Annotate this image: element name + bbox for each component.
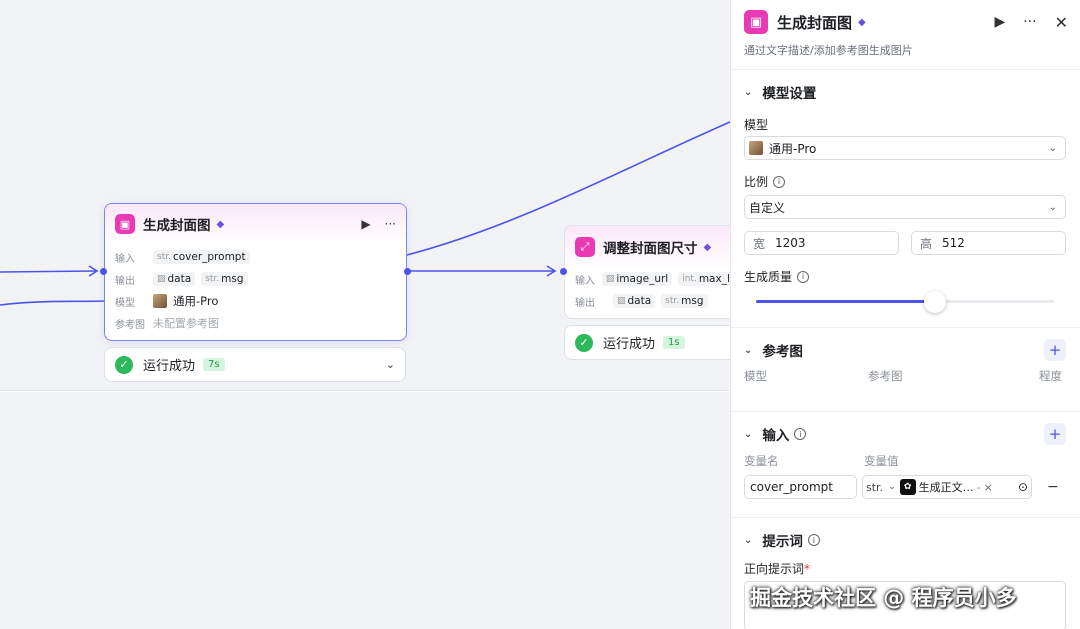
var-value-field[interactable]: str. ⌄ ✿ 生成正文… - × ⊙ [862,475,1032,499]
node-model-row: 模型 通用-Pro [115,294,219,309]
resize-icon: ⤢ [575,237,595,257]
quality-slider[interactable] [756,291,1054,313]
model-label: 模型 [744,118,769,132]
input-chip: ▨ image_url [601,272,673,286]
node-output-row: 输出 ▨ data str. msg [105,268,406,290]
output-msg-chip: str. msg [661,294,708,308]
premium-gem-icon: ◆ [703,241,712,253]
model-avatar [749,141,763,155]
chevron-down-icon: ⌄ [744,428,753,440]
close-icon[interactable]: ✕ [1055,13,1068,32]
info-icon: i [797,270,810,283]
quality-label: 生成质量 i [744,268,1066,285]
chevron-down-icon[interactable]: ⌄ [386,358,395,371]
node-header: ▣ 生成封面图 ◆ ▶ ··· [105,204,406,244]
ratio-select[interactable]: 自定义 ⌄ [744,195,1066,219]
chevron-down-icon: ⌄ [1048,201,1057,213]
output-data-chip: ▨ data [613,294,656,308]
chevron-down-icon: ⌄ [744,86,753,98]
chevron-down-icon: ⌄ [744,534,753,546]
watermark: 掘金技术社区 @ 程序员小多 [750,586,1017,610]
chevron-down-icon: ⌄ [888,482,896,492]
node-ref-row: 参考图 未配置参考图 [115,317,219,331]
node-config-panel: ▣ 生成封面图 ◆ ▶ ··· ✕ 通过文字描述/添加参考图生成图片 ⌄ 模型设… [730,0,1080,629]
target-icon[interactable]: ⊙ [1018,480,1028,494]
image-gen-icon: ▣ [115,214,135,234]
ref-chip: ✿ 生成正文… - × [899,479,993,495]
chevron-down-icon: ⌄ [744,344,753,356]
node-title: 生成封面图 [143,218,211,234]
width-input[interactable]: 宽 1203 [744,231,899,255]
section-toggle[interactable]: ⌄ 模型设置 [744,70,1066,114]
check-circle-icon: ✓ [575,333,593,352]
clear-icon[interactable]: × [984,481,993,494]
model-settings-section: ⌄ 模型设置 模型 通用-Pro ⌄ 比例 i 自定义 ⌄ 宽 1203 高 512 … [731,70,1080,328]
node-title: 调整封面图尺寸 [603,241,698,257]
section-toggle[interactable]: ⌄ 参考图 + [744,328,1066,372]
node1-output-port[interactable] [404,268,411,275]
input2-chip: int.max_len [678,272,730,286]
node-header: ⤢ 调整封面图尺寸 ◆ [565,226,730,268]
model-avatar [153,294,167,308]
run-icon[interactable]: ▶ [994,14,1005,30]
add-reference-button[interactable]: + [1044,339,1066,361]
chevron-down-icon: ⌄ [1048,142,1057,154]
input-chip: str. cover_prompt [153,250,250,264]
panel-description: 通过文字描述/添加参考图生成图片 [744,44,913,57]
prompt-section: ⌄ 提示词 i 正向提示词 * [731,518,1080,629]
remove-row-button[interactable]: − [1047,479,1059,495]
ratio-label: 比例 i [744,173,1066,190]
node2-run-status[interactable]: ✓ 运行成功 1s [564,325,730,360]
node1-run-status[interactable]: ✓ 运行成功 7s ⌄ [104,347,406,382]
image-type-icon: ▨ [157,274,166,284]
info-icon: i [794,428,807,440]
reference-columns: 模型 参考图 程度 [744,369,1062,383]
add-input-button[interactable]: + [1044,423,1066,445]
image-type-icon: ▨ [605,274,615,284]
premium-gem-icon: ◆ [216,218,225,230]
model-select[interactable]: 通用-Pro ⌄ [744,136,1066,160]
input-columns: 变量名 变量值 [744,454,899,468]
premium-gem-icon: ◆ [858,16,866,28]
node1-input-port[interactable] [100,268,107,275]
more-icon[interactable]: ··· [1023,14,1036,30]
run-icon[interactable]: ▶ [361,217,370,231]
edge-incoming-1 [0,270,97,273]
panel-header: ▣ 生成封面图 ◆ ▶ ··· ✕ 通过文字描述/添加参考图生成图片 [731,0,1080,70]
output-msg-chip: str. msg [201,272,248,286]
var-name-input[interactable]: cover_prompt [744,475,857,499]
more-icon[interactable]: ··· [385,217,396,231]
info-icon: i [773,175,786,188]
image-gen-icon: ▣ [744,10,768,34]
info-icon: i [807,534,820,546]
node-input-row: 输入 str. cover_prompt [105,246,406,268]
section-toggle[interactable]: ⌄ 提示词 i [744,518,1066,562]
check-circle-icon: ✓ [115,355,133,374]
input-row: cover_prompt str. ⌄ ✿ 生成正文… - × ⊙ − [744,475,1066,499]
height-input[interactable]: 高 512 [911,231,1066,255]
node-output-row: 输出 ▨ data str. msg [565,290,730,312]
node-input-row: 输入 ▨image_url int.max_len [565,268,730,290]
panel-title: 生成封面图 [777,13,853,32]
input-section: ⌄ 输入 i + 变量名 变量值 cover_prompt str. ⌄ ✿ 生… [731,412,1080,518]
edge-incoming-2 [0,300,105,306]
slider-handle[interactable] [923,291,946,313]
output-data-chip: ▨ data [153,272,196,286]
node-generate-cover[interactable]: ▣ 生成封面图 ◆ ▶ ··· 输入 str. cover_prompt 输出 ▨… [104,203,407,341]
node-resize-cover[interactable]: ⤢ 调整封面图尺寸 ◆ 输入 ▨image_url int.max_len 输出… [564,225,730,319]
section-toggle[interactable]: ⌄ 输入 i + [744,412,1066,456]
reference-section: ⌄ 参考图 + 模型 参考图 程度 [731,328,1080,412]
node2-input-port[interactable] [560,268,567,275]
ai-avatar-icon: ✿ [899,479,916,495]
workflow-canvas[interactable]: ▣ 生成封面图 ◆ ▶ ··· 输入 str. cover_prompt 输出 ▨… [0,0,730,629]
positive-prompt-label: 正向提示词 * [744,561,811,577]
image-type-icon: ▨ [617,296,626,306]
